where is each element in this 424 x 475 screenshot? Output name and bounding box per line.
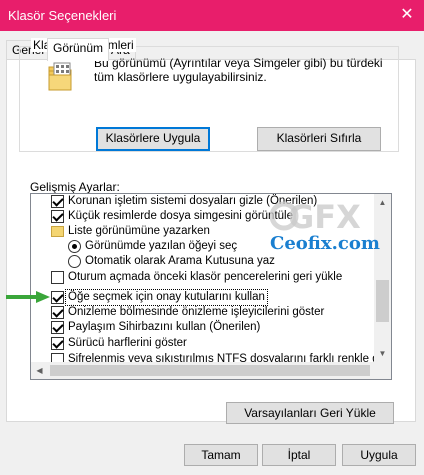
cancel-button[interactable]: İptal (262, 444, 336, 466)
scroll-left-icon[interactable]: ◀ (31, 362, 48, 379)
scrollbar-corner (374, 362, 391, 379)
watermark-text: Ceofix.com (270, 233, 380, 254)
checkbox[interactable] (51, 210, 64, 223)
ok-button[interactable]: Tamam (184, 444, 258, 466)
radio-button[interactable] (68, 240, 81, 253)
checkbox[interactable] (51, 306, 64, 319)
setting-label: Oturum açmada önceki klasör pencerelerin… (68, 271, 343, 283)
title-bar: Klasör Seçenekleri ✕ (0, 0, 424, 31)
horizontal-scroll-thumb[interactable] (50, 365, 370, 376)
restore-defaults-button[interactable]: Varsayılanları Geri Yükle (226, 402, 394, 424)
window-title: Klasör Seçenekleri (8, 8, 117, 23)
checkbox[interactable] (51, 337, 64, 350)
setting-label: Önizleme bölmesinde önizleme işleyiciler… (68, 306, 325, 318)
checkbox[interactable] (51, 321, 64, 334)
advanced-settings-label: Gelişmiş Ayarlar: (30, 180, 120, 194)
radio-button[interactable] (68, 255, 81, 268)
apply-to-folders-button[interactable]: Klasörlere Uygula (96, 127, 210, 151)
reset-folders-button[interactable]: Klasörleri Sıfırla (257, 127, 381, 151)
close-icon[interactable]: ✕ (390, 0, 424, 31)
tab-view[interactable]: Görünüm (47, 38, 110, 61)
setting-label: Görünümde yazılan öğeyi seç (85, 240, 238, 252)
setting-row[interactable]: Oturum açmada önceki klasör pencerelerin… (31, 270, 375, 285)
setting-row[interactable]: Önizleme bölmesinde önizleme işleyiciler… (31, 305, 375, 320)
horizontal-scrollbar[interactable]: ◀ ▶ (31, 362, 391, 379)
scroll-down-icon[interactable]: ▼ (374, 345, 391, 362)
checkbox[interactable] (51, 353, 64, 362)
checkbox[interactable] (51, 195, 64, 208)
setting-row-selected[interactable]: Öğe seçmek için onay kutularını kullan (31, 289, 375, 306)
vertical-scroll-thumb[interactable] (376, 280, 389, 322)
setting-label: Sürücü harflerini göster (68, 337, 187, 349)
folder-views-icon (48, 62, 72, 91)
checkbox[interactable] (51, 271, 64, 284)
setting-label: Küçük resimlerde dosya simgesini görüntü… (68, 210, 293, 222)
setting-label: Otomatik olarak Arama Kutusuna yaz (85, 255, 275, 267)
setting-row[interactable]: Sürücü harflerini göster (31, 336, 375, 351)
setting-group-label: Liste görünümüne yazarken (68, 225, 210, 237)
setting-row[interactable]: Paylaşım Sihirbazını kullan (Önerilen) (31, 320, 375, 335)
setting-row[interactable]: Şifrelenmiş veya sıkıştırılmış NTFS dosy… (31, 352, 375, 362)
setting-label: Paylaşım Sihirbazını kullan (Önerilen) (68, 321, 261, 333)
setting-label: Öğe seçmek için onay kutularını kullan (65, 289, 268, 306)
folder-icon (51, 226, 64, 237)
setting-label: Şifrelenmiş veya sıkıştırılmış NTFS dosy… (68, 353, 375, 362)
folder-views-description: Bu görünümü (Ayrıntılar veya Simgeler gi… (94, 56, 383, 84)
checkbox[interactable] (51, 291, 64, 304)
svg-text:GFX: GFX (288, 198, 361, 236)
arrow-pointer-icon (6, 291, 50, 303)
apply-button[interactable]: Uygula (342, 444, 416, 466)
